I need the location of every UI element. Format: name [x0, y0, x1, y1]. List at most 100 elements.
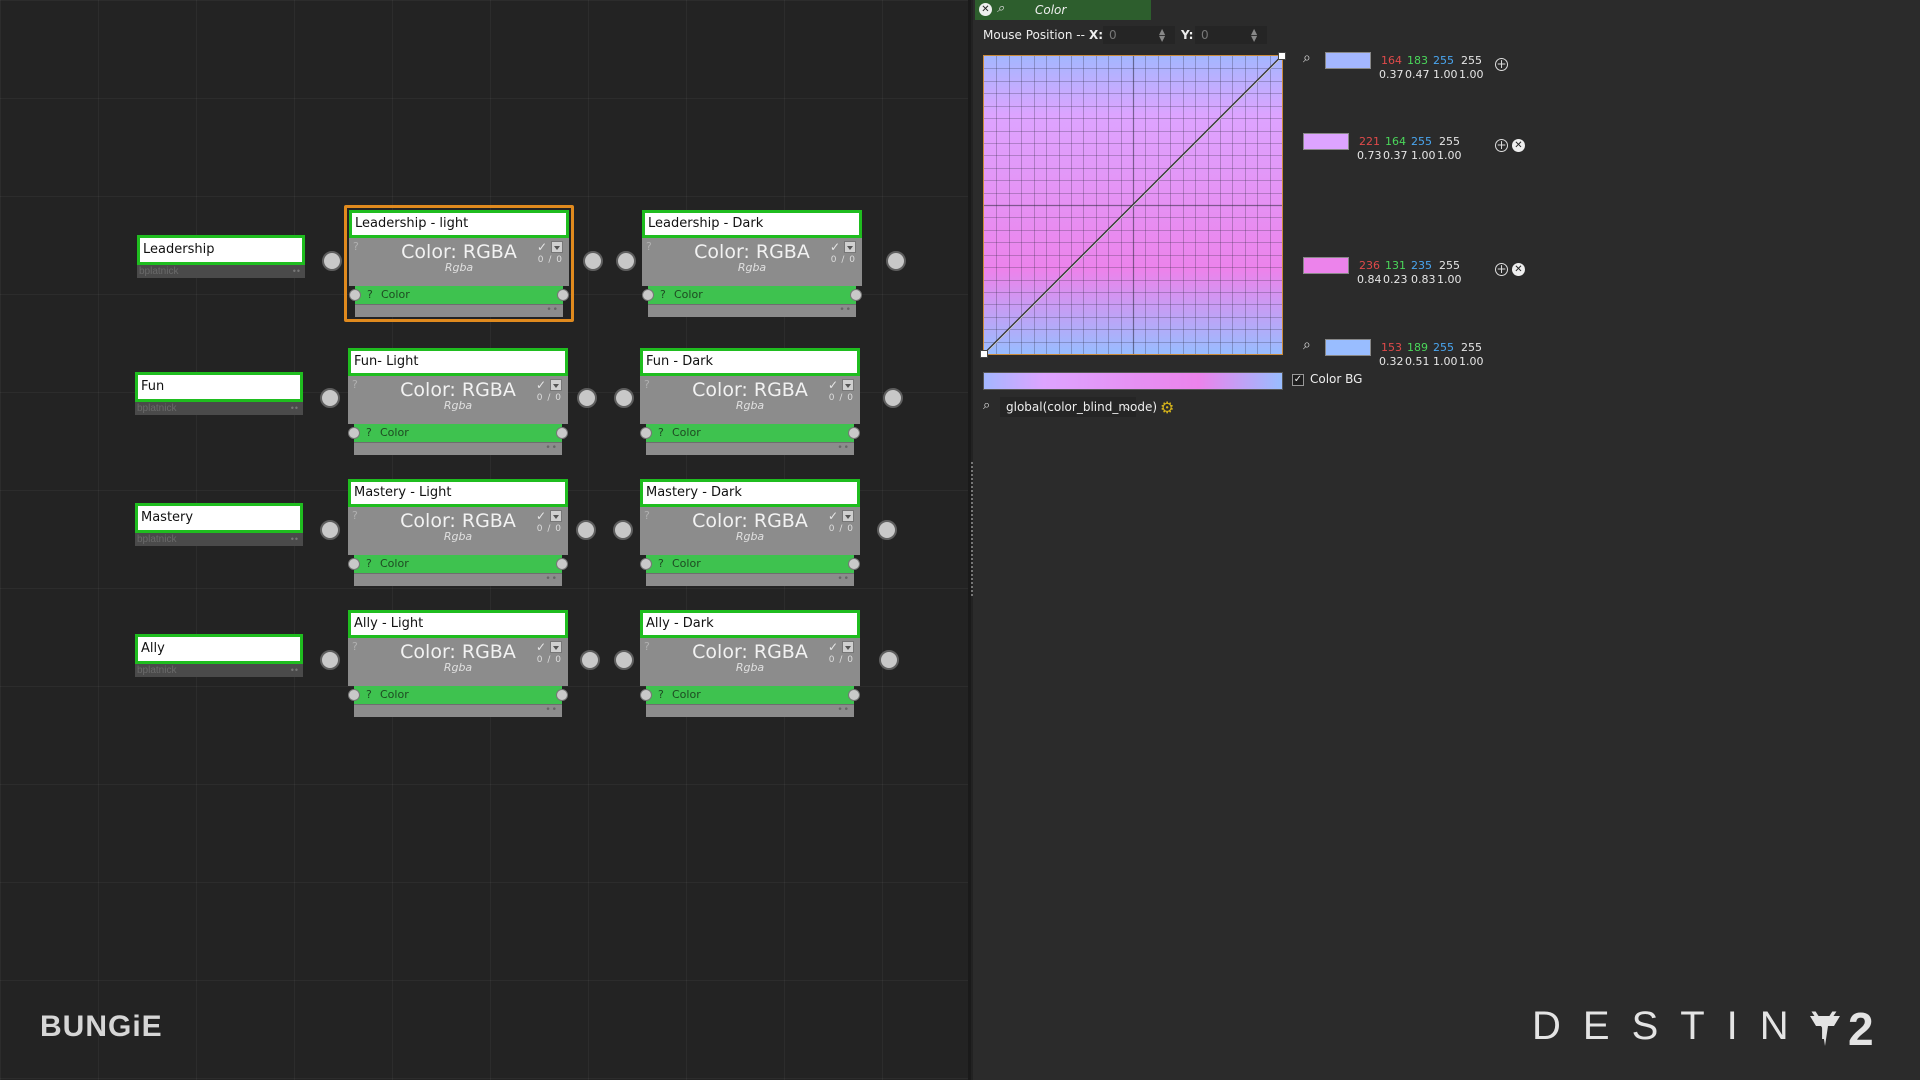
node-output-port[interactable]: ? Color	[640, 555, 860, 573]
color-swatch[interactable]	[1325, 339, 1371, 356]
help-icon[interactable]: ?	[644, 640, 650, 653]
rgba-node-fun-dark[interactable]: Fun - Dark ? Color: RGBA Rgba ✓ 0 / 0 ? …	[640, 348, 860, 455]
node-output-port[interactable]: ? Color	[348, 555, 568, 573]
label-node-ally[interactable]: Ally bplatnick ••	[135, 634, 303, 677]
check-icon[interactable]: ✓	[828, 509, 838, 523]
help-icon[interactable]: ?	[644, 509, 650, 522]
rgba-node-fun-light[interactable]: Fun- Light ? Color: RGBA Rgba ✓ 0 / 0 ? …	[348, 348, 568, 455]
check-icon[interactable]: ✓	[537, 240, 547, 254]
panel-tab-color[interactable]: ✕ ⌕ Color	[975, 0, 1151, 20]
rgba-node-mastery-dark[interactable]: Mastery - Dark ? Color: RGBA Rgba ✓ 0 / …	[640, 479, 860, 586]
input-pin[interactable]	[322, 251, 342, 271]
rgba-node-ally-dark[interactable]: Ally - Dark ? Color: RGBA Rgba ✓ 0 / 0 ?…	[640, 610, 860, 717]
input-pin[interactable]	[616, 251, 636, 271]
resize-handle[interactable]: ••	[291, 664, 299, 677]
port-pin-out[interactable]	[556, 427, 568, 439]
gradient-preview-bar[interactable]	[983, 372, 1283, 390]
color-swatch[interactable]	[1303, 133, 1349, 150]
dropdown-icon[interactable]	[550, 379, 562, 391]
close-icon[interactable]: ✕	[979, 3, 992, 16]
dropdown-icon[interactable]	[844, 241, 856, 253]
dropdown-icon[interactable]	[550, 641, 562, 653]
port-pin-in[interactable]	[640, 689, 652, 701]
gradient-stop-1[interactable]: 221 164 255 255 0.73 0.37 1.00 1.00 + ✕	[1271, 133, 1531, 173]
node-output-port[interactable]: ? Color	[348, 686, 568, 704]
gradient-stop-0[interactable]: ⌕ 164 183 255 255 0.37 0.47 1.00 1.00 +	[1293, 50, 1553, 92]
label-node-title[interactable]: Mastery	[135, 503, 303, 533]
curve-handle-top[interactable]	[1278, 52, 1286, 60]
node-title[interactable]: Fun- Light	[348, 348, 568, 376]
add-stop-icon[interactable]: +	[1495, 139, 1508, 152]
dropdown-icon[interactable]	[842, 641, 854, 653]
port-pin-out[interactable]	[557, 289, 569, 301]
resize-handle[interactable]: ••	[291, 402, 299, 415]
node-output-port[interactable]: ? Color	[349, 286, 569, 304]
mode-select[interactable]: global(color_blind_mode) ⌄	[1000, 397, 1157, 417]
chevron-down-icon[interactable]: ⌄	[1123, 397, 1132, 417]
port-pin-out[interactable]	[556, 558, 568, 570]
check-icon[interactable]: ✓	[828, 640, 838, 654]
help-icon[interactable]: ?	[353, 240, 359, 253]
port-pin-in[interactable]	[642, 289, 654, 301]
color-bg-checkbox[interactable]: ✓	[1292, 374, 1304, 386]
port-pin-out[interactable]	[848, 689, 860, 701]
port-pin-in[interactable]	[640, 427, 652, 439]
gradient-stop-2[interactable]: 236 131 235 255 0.84 0.23 0.83 1.00 + ✕	[1271, 257, 1531, 297]
input-pin[interactable]	[320, 520, 340, 540]
check-icon[interactable]: ✓	[828, 378, 838, 392]
add-stop-icon[interactable]: +	[1495, 58, 1508, 71]
port-pin-out[interactable]	[556, 689, 568, 701]
resize-handle[interactable]: ••	[837, 574, 850, 584]
node-graph-canvas[interactable]: Leadership bplatnick •• Leadership - ligh…	[0, 0, 968, 1080]
node-title[interactable]: Fun - Dark	[640, 348, 860, 376]
node-title[interactable]: Ally - Light	[348, 610, 568, 638]
label-node-leadership[interactable]: Leadership bplatnick ••	[137, 235, 305, 278]
output-pin[interactable]	[580, 650, 600, 670]
label-node-fun[interactable]: Fun bplatnick ••	[135, 372, 303, 415]
input-pin[interactable]	[614, 650, 634, 670]
dropdown-icon[interactable]	[842, 379, 854, 391]
check-icon[interactable]: ✓	[830, 240, 840, 254]
output-pin[interactable]	[576, 520, 596, 540]
input-pin[interactable]	[613, 520, 633, 540]
port-pin-out[interactable]	[848, 558, 860, 570]
output-pin[interactable]	[877, 520, 897, 540]
search-icon[interactable]: ⌕	[983, 398, 990, 413]
dropdown-icon[interactable]	[550, 510, 562, 522]
remove-stop-icon[interactable]: ✕	[1512, 139, 1525, 152]
help-icon[interactable]: ?	[644, 378, 650, 391]
output-pin[interactable]	[583, 251, 603, 271]
check-icon[interactable]: ✓	[536, 378, 546, 392]
node-title[interactable]: Leadership - Dark	[642, 210, 862, 238]
resize-handle[interactable]: ••	[545, 443, 558, 453]
help-icon[interactable]: ?	[352, 378, 358, 391]
search-icon[interactable]: ⌕	[1303, 337, 1311, 353]
check-icon[interactable]: ✓	[536, 640, 546, 654]
resize-handle[interactable]: ••	[546, 305, 559, 315]
label-node-title[interactable]: Leadership	[137, 235, 305, 265]
gradient-curve-plot[interactable]	[983, 55, 1283, 355]
dropdown-icon[interactable]	[551, 241, 563, 253]
resize-handle[interactable]: ••	[545, 705, 558, 715]
resize-handle[interactable]: ••	[839, 305, 852, 315]
port-pin-out[interactable]	[848, 427, 860, 439]
help-icon[interactable]: ?	[352, 640, 358, 653]
resize-handle[interactable]: ••	[837, 705, 850, 715]
port-pin-in[interactable]	[349, 289, 361, 301]
port-pin-in[interactable]	[348, 558, 360, 570]
label-node-title[interactable]: Fun	[135, 372, 303, 402]
node-title[interactable]: Leadership - light	[349, 210, 569, 238]
node-title[interactable]: Mastery - Dark	[640, 479, 860, 507]
output-pin[interactable]	[886, 251, 906, 271]
dropdown-icon[interactable]	[842, 510, 854, 522]
y-spinner-icon[interactable]: ▲ ▼	[1251, 28, 1257, 43]
input-pin[interactable]	[614, 388, 634, 408]
resize-handle[interactable]: ••	[837, 443, 850, 453]
check-icon[interactable]: ✓	[536, 509, 546, 523]
color-swatch[interactable]	[1303, 257, 1349, 274]
rgba-node-leadership-light[interactable]: Leadership - light ? Color: RGBA Rgba ✓ …	[344, 205, 574, 322]
node-output-port[interactable]: ? Color	[348, 424, 568, 442]
output-pin[interactable]	[879, 650, 899, 670]
input-pin[interactable]	[320, 650, 340, 670]
node-output-port[interactable]: ? Color	[640, 424, 860, 442]
